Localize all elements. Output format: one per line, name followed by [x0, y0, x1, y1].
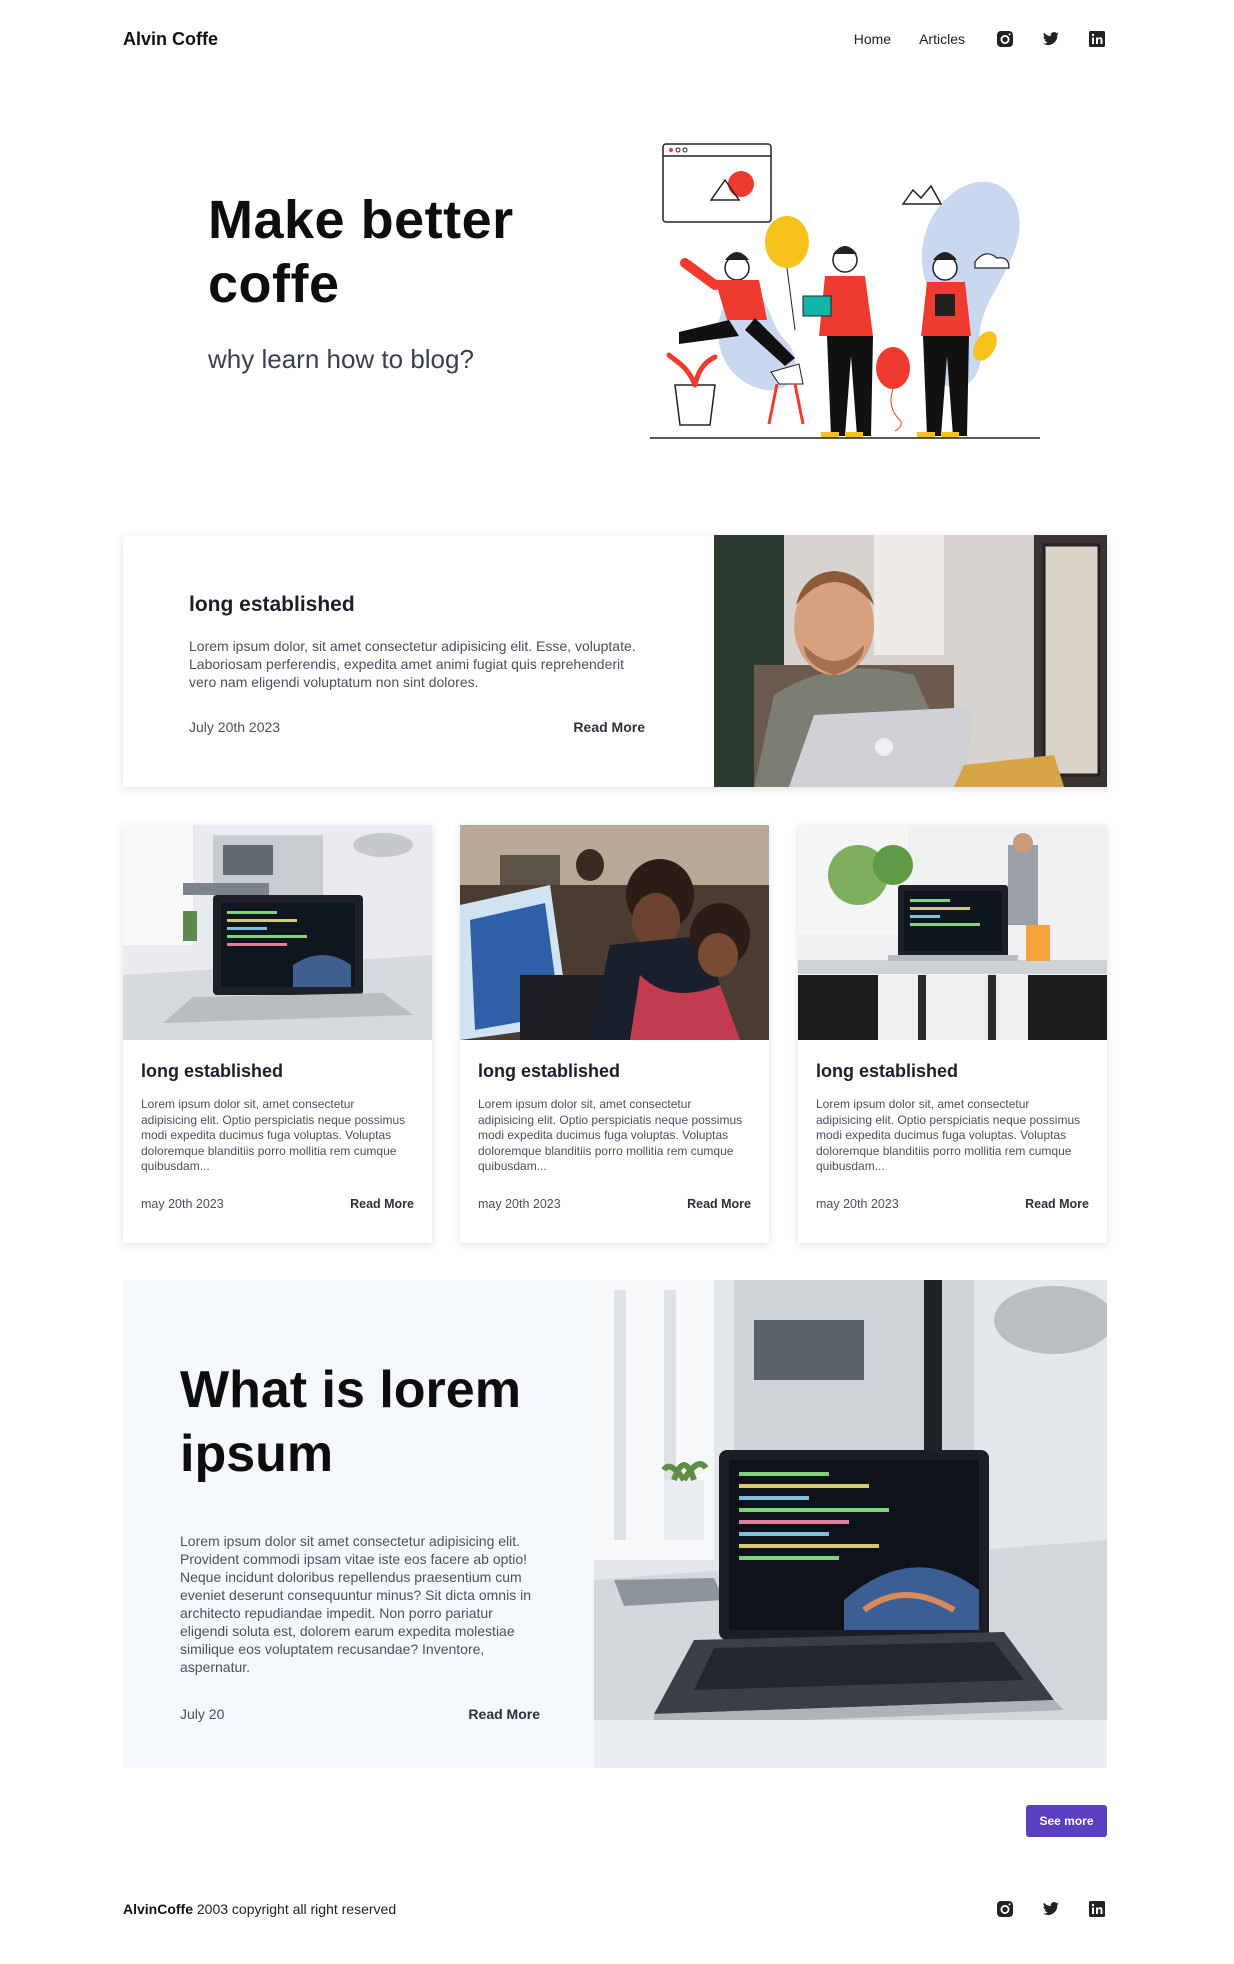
featured-title: long established [189, 593, 355, 616]
footer-copyright-text: 2003 copyright all right reserved [193, 1901, 397, 1917]
hero-title: Make better coffe [208, 190, 514, 314]
footer-social-links [995, 1899, 1107, 1919]
card-title: long established [816, 1061, 959, 1081]
twitter-icon[interactable] [1041, 29, 1061, 49]
article-card[interactable]: long established Lorem ipsum dolor sit, … [460, 825, 769, 1243]
card-date: may 20th 2023 [816, 1197, 899, 1211]
card-photo-people-coding [460, 825, 769, 1040]
featured-excerpt: Lorem ipsum dolor, sit amet consectetur … [189, 638, 636, 690]
card-date: may 20th 2023 [478, 1197, 561, 1211]
article-card[interactable]: long established Lorem ipsum dolor sit, … [798, 825, 1107, 1243]
card-excerpt: Lorem ipsum dolor sit, amet consectetur … [816, 1097, 1081, 1173]
big-article-title: What is lorem ipsum [180, 1361, 521, 1483]
twitter-icon[interactable] [1041, 1899, 1061, 1919]
featured-article-card[interactable]: long established Lorem ipsum dolor, sit … [123, 535, 1107, 787]
card-photo-cafe-laptop [798, 825, 1107, 1040]
big-article-body: Lorem ipsum dolor sit amet consectetur a… [180, 1533, 531, 1675]
instagram-icon[interactable] [995, 1899, 1015, 1919]
card-date: may 20th 2023 [141, 1197, 224, 1211]
nav-home-link[interactable]: Home [854, 31, 891, 47]
footer-brand: AlvinCoffe [123, 1901, 193, 1917]
card-excerpt: Lorem ipsum dolor sit, amet consectetur … [141, 1097, 406, 1173]
big-article-photo [594, 1280, 1107, 1768]
card-read-more-link[interactable]: Read More [350, 1197, 414, 1211]
featured-date: July 20th 2023 [189, 719, 281, 735]
hero-illustration [645, 140, 1045, 440]
linkedin-icon[interactable] [1087, 1899, 1107, 1919]
social-links [995, 29, 1107, 49]
nav-articles-link[interactable]: Articles [919, 31, 965, 47]
site-footer: AlvinCoffe 2003 copyright all right rese… [123, 1894, 1107, 1924]
featured-photo [714, 535, 1107, 787]
article-card[interactable]: long established Lorem ipsum dolor sit, … [123, 825, 432, 1243]
footer-copyright: AlvinCoffe 2003 copyright all right rese… [123, 1901, 396, 1917]
linkedin-icon[interactable] [1087, 29, 1107, 49]
main-nav: Home Articles [854, 29, 1107, 49]
card-excerpt: Lorem ipsum dolor sit, amet consectetur … [478, 1097, 743, 1173]
big-article-section: What is lorem ipsum Lorem ipsum dolor si… [123, 1280, 1107, 1768]
card-photo-laptop-desk [123, 825, 432, 1040]
hero-subtitle: why learn how to blog? [208, 344, 474, 374]
big-article-read-more-link[interactable]: Read More [468, 1706, 540, 1722]
featured-read-more-link[interactable]: Read More [573, 719, 645, 735]
big-article-date: July 20 [180, 1706, 225, 1722]
card-read-more-link[interactable]: Read More [687, 1197, 751, 1211]
card-read-more-link[interactable]: Read More [1025, 1197, 1089, 1211]
brand-logo[interactable]: Alvin Coffe [123, 29, 218, 50]
card-title: long established [141, 1061, 284, 1081]
card-title: long established [478, 1061, 621, 1081]
instagram-icon[interactable] [995, 29, 1015, 49]
site-header: Alvin Coffe Home Articles [123, 0, 1107, 78]
see-more-button[interactable]: See more [1026, 1805, 1107, 1837]
